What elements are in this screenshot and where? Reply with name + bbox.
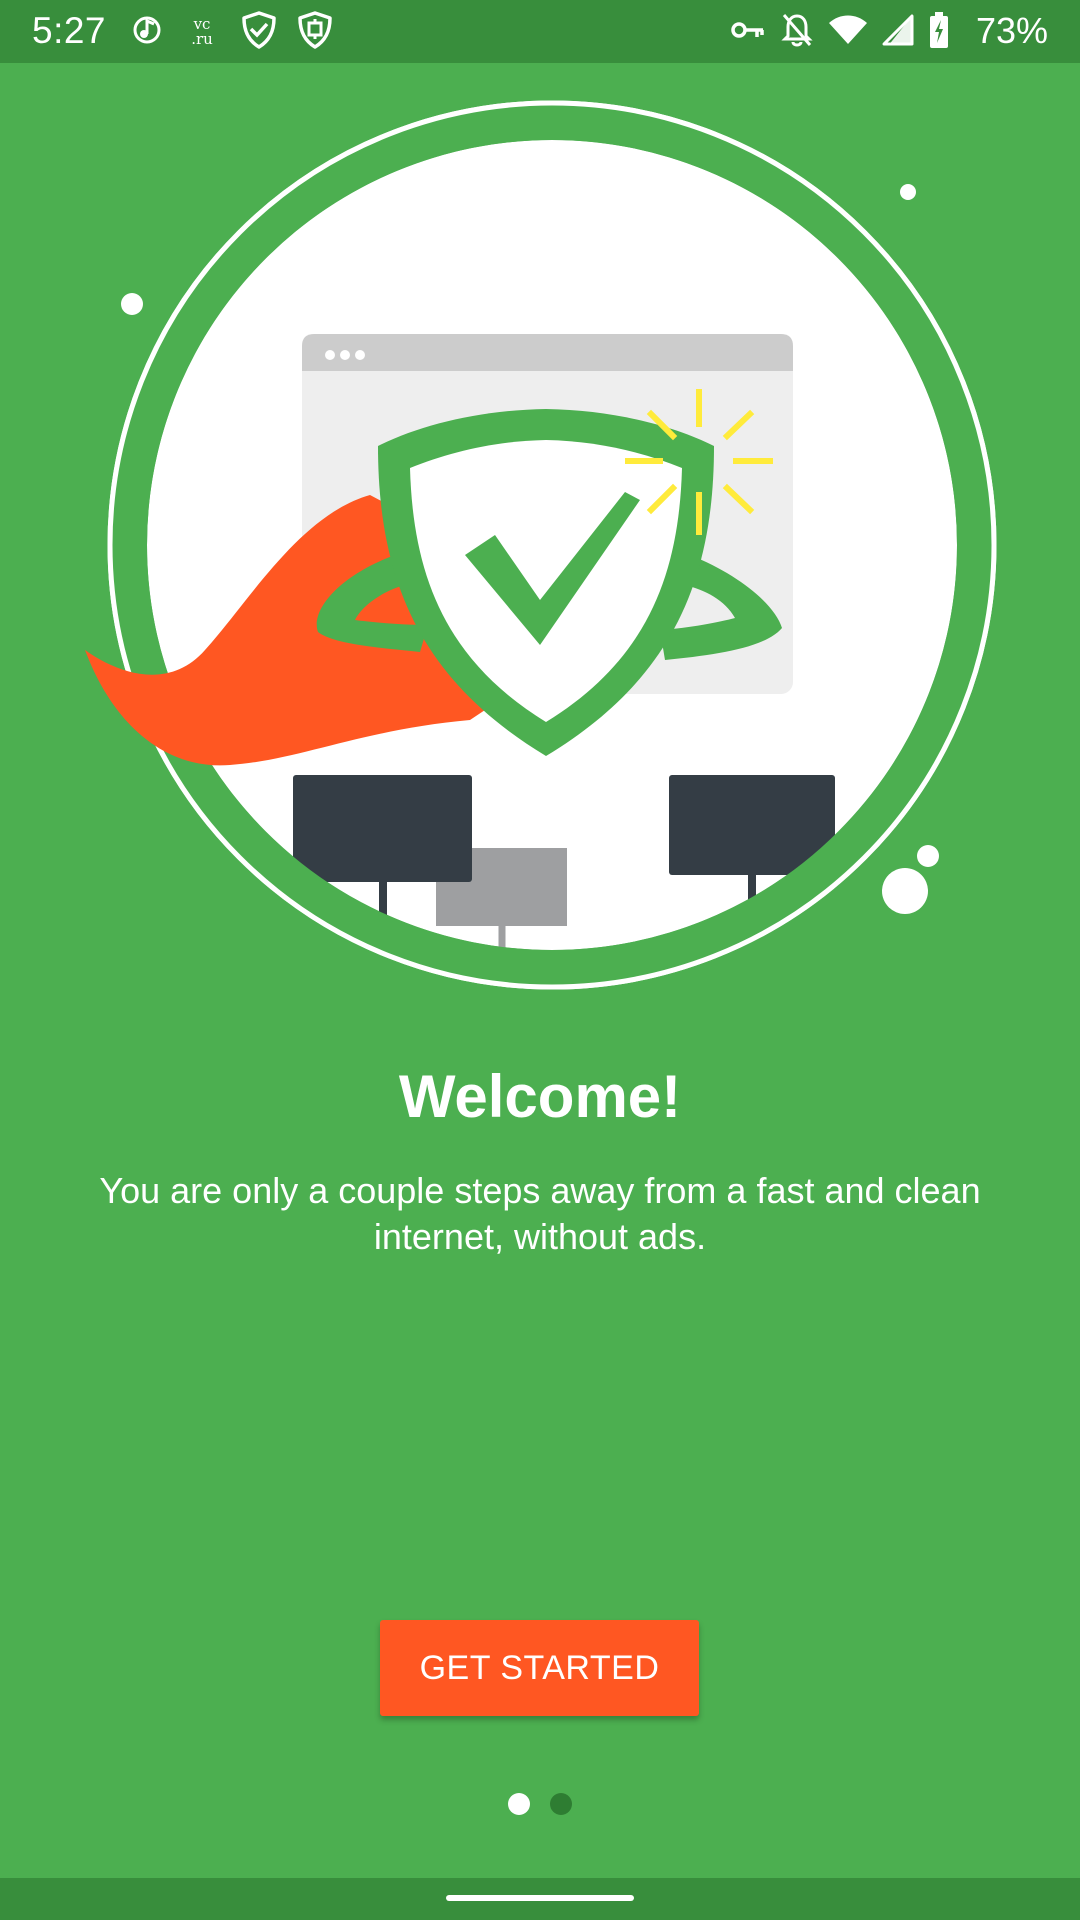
music-notification-icon [130, 13, 164, 52]
shield-app-icon [296, 10, 334, 55]
welcome-title: Welcome! [398, 1063, 682, 1130]
page-dot-1 [508, 1793, 530, 1815]
page-dot-2 [550, 1793, 572, 1815]
home-gesture-handle[interactable] [446, 1895, 634, 1901]
shield-check-icon [240, 10, 278, 55]
status-bar: 5:27 vc .ru 73% [0, 0, 1080, 63]
get-started-button[interactable]: GET STARTED [380, 1620, 699, 1716]
navigation-bar [0, 1878, 1080, 1920]
vpn-key-icon [730, 18, 766, 47]
wifi-icon [828, 14, 868, 51]
cell-signal-icon [882, 14, 914, 51]
battery-charging-icon [928, 11, 950, 54]
vc-ru-icon: vc .ru [191, 15, 213, 48]
page-indicator [0, 1793, 1080, 1815]
welcome-illustration [85, 100, 997, 990]
status-time: 5:27 [32, 10, 107, 51]
system-icons [730, 10, 950, 54]
welcome-subtitle: You are only a couple steps away from a … [99, 1170, 981, 1257]
notifications-off-icon [780, 11, 814, 54]
notification-icons: vc .ru [130, 10, 334, 54]
battery-percent: 73% [975, 10, 1048, 51]
